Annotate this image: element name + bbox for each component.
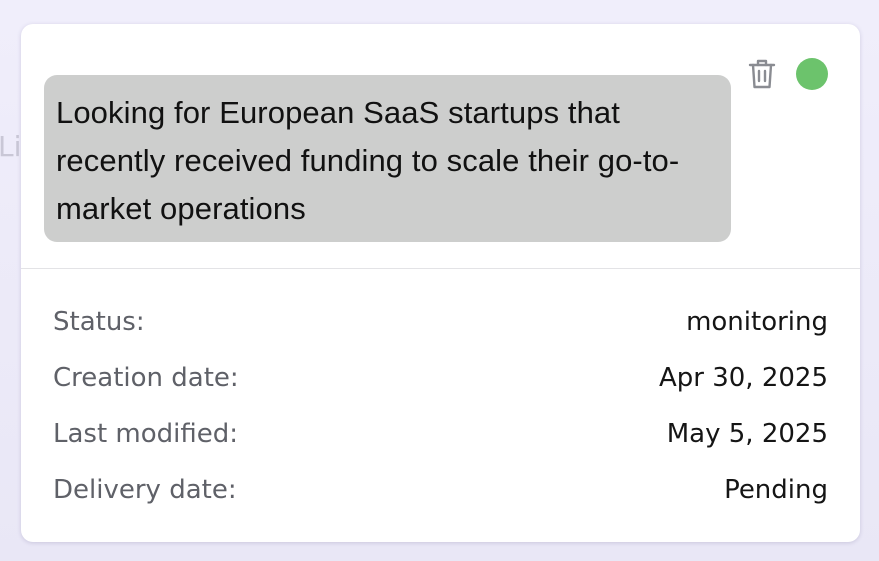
- detail-row-status: Status: monitoring: [53, 294, 828, 350]
- detail-label: Last modified:: [53, 419, 239, 449]
- detail-row-last-modified: Last modified: May 5, 2025: [53, 406, 828, 462]
- detail-label: Status:: [53, 307, 145, 337]
- background-partial-text: Li: [0, 130, 22, 163]
- delete-button[interactable]: [746, 57, 778, 91]
- query-bubble: Looking for European SaaS startups that …: [44, 75, 731, 242]
- detail-row-creation-date: Creation date: Apr 30, 2025: [53, 350, 828, 406]
- search-request-card: Looking for European SaaS startups that …: [21, 24, 860, 542]
- query-text: Looking for European SaaS startups that …: [56, 95, 680, 226]
- detail-value: monitoring: [686, 307, 828, 337]
- detail-row-delivery-date: Delivery date: Pending: [53, 462, 828, 518]
- details-list: Status: monitoring Creation date: Apr 30…: [53, 294, 828, 518]
- detail-value: May 5, 2025: [666, 419, 828, 449]
- detail-label: Creation date:: [53, 363, 239, 393]
- trash-icon: [748, 59, 776, 89]
- detail-value: Pending: [724, 475, 828, 505]
- status-indicator-dot: [796, 58, 828, 90]
- card-divider: [21, 268, 860, 269]
- detail-label: Delivery date:: [53, 475, 237, 505]
- detail-value: Apr 30, 2025: [658, 363, 828, 393]
